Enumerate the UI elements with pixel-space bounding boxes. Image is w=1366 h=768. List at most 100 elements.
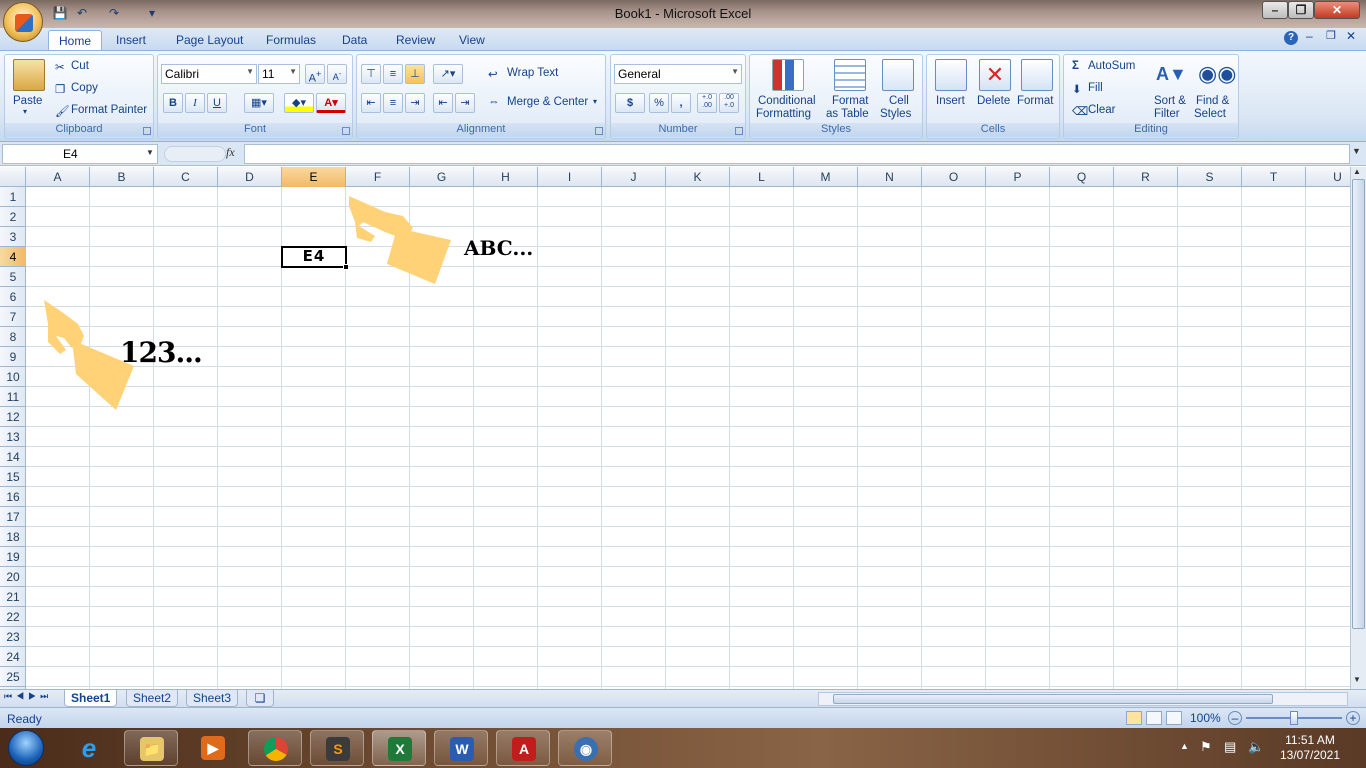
column-header-o[interactable]: O <box>922 167 986 187</box>
tab-review[interactable]: Review <box>386 30 445 50</box>
row-header-13[interactable]: 13 <box>0 427 26 447</box>
borders-icon[interactable]: ▦▾ <box>244 93 274 113</box>
worksheet-grid[interactable] <box>26 187 1350 689</box>
row-header-25[interactable]: 25 <box>0 667 26 687</box>
number-format-select[interactable]: General ▼ <box>614 64 742 84</box>
media-player-app[interactable]: ▶ <box>186 730 240 766</box>
action-center-icon[interactable]: ⚑ <box>1200 739 1212 755</box>
font-size-select[interactable]: 11 ▼ <box>258 64 300 84</box>
cell-styles-label2[interactable]: Styles <box>880 108 911 120</box>
select-all-button[interactable] <box>0 167 26 187</box>
bold-button[interactable]: B <box>163 93 183 113</box>
normal-view-icon[interactable] <box>1126 711 1142 725</box>
name-box[interactable]: E4 <box>2 144 158 164</box>
increase-indent-icon[interactable]: ⇥ <box>455 93 475 113</box>
row-header-24[interactable]: 24 <box>0 647 26 667</box>
column-header-a[interactable]: A <box>26 167 90 187</box>
start-orb[interactable] <box>8 730 44 766</box>
insert-cells-button[interactable]: Insert <box>936 95 965 107</box>
column-header-j[interactable]: J <box>602 167 666 187</box>
align-top-icon[interactable]: ⊤ <box>361 64 381 84</box>
page-layout-view-icon[interactable] <box>1146 711 1162 725</box>
video-editor-app[interactable]: ◉ <box>558 730 612 766</box>
number-launcher-icon[interactable] <box>735 127 743 135</box>
merge-center-button[interactable]: Merge & Center <box>507 96 588 108</box>
wrap-text-button[interactable]: Wrap Text <box>507 67 558 79</box>
row-header-17[interactable]: 17 <box>0 507 26 527</box>
align-left-icon[interactable]: ⇤ <box>361 93 381 113</box>
row-header-18[interactable]: 18 <box>0 527 26 547</box>
paste-dropdown-icon[interactable]: ▾ <box>23 107 27 116</box>
zoom-out-icon[interactable]: – <box>1228 711 1242 725</box>
row-header-4[interactable]: 4 <box>0 247 26 267</box>
ribbon-minimize-icon[interactable]: – <box>1306 29 1313 43</box>
cell-styles-label1[interactable]: Cell <box>889 95 909 107</box>
row-header-21[interactable]: 21 <box>0 587 26 607</box>
ribbon-restore-icon[interactable]: ❐ <box>1326 29 1336 42</box>
copy-button[interactable]: Copy <box>71 82 98 94</box>
zoom-in-icon[interactable]: + <box>1346 711 1360 725</box>
row-header-10[interactable]: 10 <box>0 367 26 387</box>
insert-sheet-icon[interactable]: ❏ <box>246 690 274 707</box>
formula-input[interactable] <box>244 144 1350 164</box>
tab-page-layout[interactable]: Page Layout <box>166 30 253 50</box>
italic-button[interactable]: I <box>185 93 205 113</box>
chrome-app[interactable] <box>248 730 302 766</box>
delete-cells-button[interactable]: Delete <box>977 95 1010 107</box>
column-header-r[interactable]: R <box>1114 167 1178 187</box>
office-button[interactable] <box>3 2 43 42</box>
align-bottom-icon[interactable]: ⊥ <box>405 64 425 84</box>
font-color-icon[interactable]: A▾ <box>316 93 346 113</box>
paste-button[interactable]: Paste <box>13 95 42 107</box>
volume-icon[interactable]: 🔈 <box>1248 739 1264 755</box>
network-icon[interactable]: ▤ <box>1224 739 1236 755</box>
vertical-scrollbar[interactable]: ▲ ▼ <box>1350 167 1366 689</box>
taskbar-clock[interactable]: 11:51 AM 13/07/2021 <box>1270 733 1350 763</box>
file-explorer-app[interactable]: 📁 <box>124 730 178 766</box>
row-header-7[interactable]: 7 <box>0 307 26 327</box>
customize-qat-icon[interactable]: ▾ <box>142 4 162 22</box>
fill-button[interactable]: Fill <box>1088 82 1103 94</box>
column-header-i[interactable]: I <box>538 167 602 187</box>
merge-dropdown-icon[interactable]: ▾ <box>593 97 597 106</box>
format-as-table-label1[interactable]: Format <box>832 95 868 107</box>
insert-function-button[interactable]: fx <box>226 145 235 160</box>
row-header-15[interactable]: 15 <box>0 467 26 487</box>
conditional-formatting-label2[interactable]: Formatting <box>756 108 811 120</box>
alignment-launcher-icon[interactable] <box>595 127 603 135</box>
row-header-1[interactable]: 1 <box>0 187 26 207</box>
format-as-table-label2[interactable]: as Table <box>826 108 869 120</box>
row-header-16[interactable]: 16 <box>0 487 26 507</box>
decrease-indent-icon[interactable]: ⇤ <box>433 93 453 113</box>
sheet-tab-1[interactable]: Sheet1 <box>64 690 118 707</box>
row-header-23[interactable]: 23 <box>0 627 26 647</box>
row-header-12[interactable]: 12 <box>0 407 26 427</box>
align-center-icon[interactable]: ≡ <box>383 93 403 113</box>
shrink-font-icon[interactable]: A- <box>327 64 347 84</box>
maximize-button[interactable]: ❐ <box>1288 1 1314 19</box>
column-header-e[interactable]: E <box>282 167 346 187</box>
redo-icon[interactable]: ↷ <box>104 4 124 22</box>
column-header-c[interactable]: C <box>154 167 218 187</box>
undo-icon[interactable]: ↶ <box>72 4 92 22</box>
close-button[interactable]: ✕ <box>1314 1 1360 19</box>
format-cells-button[interactable]: Format <box>1017 95 1053 107</box>
acrobat-app[interactable]: A <box>496 730 550 766</box>
sheet-tab-3[interactable]: Sheet3 <box>186 690 239 707</box>
page-break-view-icon[interactable] <box>1166 711 1182 725</box>
cut-button[interactable]: Cut <box>71 60 89 72</box>
expand-formula-bar-icon[interactable]: ▼ <box>1352 146 1361 156</box>
excel-app[interactable]: X <box>372 730 426 766</box>
tab-data[interactable]: Data <box>332 30 377 50</box>
decrease-decimal-button[interactable]: .00 +.0 <box>719 93 739 113</box>
column-header-b[interactable]: B <box>90 167 154 187</box>
sheet-tab-2[interactable]: Sheet2 <box>126 690 179 707</box>
sublime-app[interactable]: S <box>310 730 364 766</box>
name-box-dropdown-icon[interactable]: ▼ <box>146 148 154 157</box>
active-cell[interactable]: E4 <box>281 246 349 270</box>
column-header-f[interactable]: F <box>346 167 410 187</box>
sort-filter-label1[interactable]: Sort & <box>1154 95 1186 107</box>
row-header-22[interactable]: 22 <box>0 607 26 627</box>
font-launcher-icon[interactable] <box>342 127 350 135</box>
increase-decimal-button[interactable]: +.0 .00 <box>697 93 717 113</box>
